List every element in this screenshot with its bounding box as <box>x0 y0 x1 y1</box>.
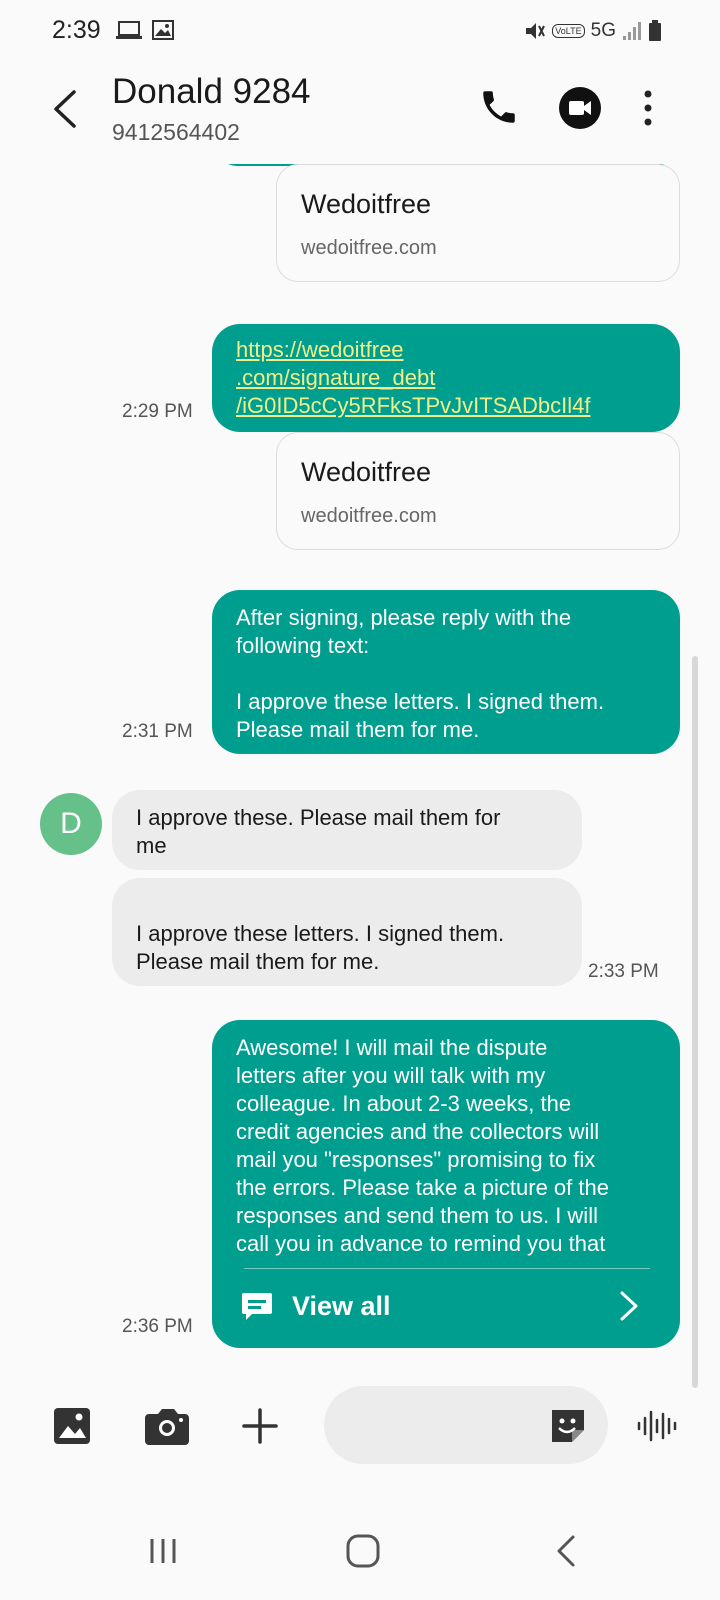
message-timestamp: 2:29 PM <box>122 401 193 422</box>
message-line: credit agencies and the collectors will <box>236 1119 600 1144</box>
message-line: letters after you will talk with my <box>236 1063 546 1088</box>
system-nav-bar <box>0 1500 720 1600</box>
contact-name[interactable]: Donald 9284 <box>112 72 311 112</box>
outgoing-message[interactable]: Awesome! I will mail the dispute letters… <box>212 1020 680 1348</box>
view-all-label: View all <box>292 1291 391 1321</box>
message-timestamp: 2:33 PM <box>588 961 659 982</box>
recents-icon <box>150 1539 176 1563</box>
conversation-header: Donald 9284 9412564402 <box>0 64 720 164</box>
message-line: the errors. Please take a picture of the <box>236 1175 609 1200</box>
link-preview-domain: wedoitfree.com <box>301 237 437 259</box>
message-line: After signing, please reply with the <box>236 605 572 630</box>
signal-icon <box>623 22 641 40</box>
add-attachment-button[interactable] <box>240 1406 280 1446</box>
link-preview-title: Wedoitfree <box>301 457 432 487</box>
link-preview-card[interactable]: Wedoitfree wedoitfree.com <box>276 432 680 550</box>
message-timestamp: 2:31 PM <box>122 721 193 742</box>
link-preview-card[interactable]: Wedoitfree wedoitfree.com <box>276 164 680 282</box>
view-all-button[interactable]: View all <box>240 1282 650 1332</box>
message-line: I approve these. Please mail them for <box>136 805 501 830</box>
chevron-right-icon <box>620 1291 638 1321</box>
mute-icon <box>526 23 546 39</box>
back-icon <box>557 1535 575 1567</box>
view-all-divider <box>244 1268 650 1269</box>
message-line: responses and send them to us. I will <box>236 1203 598 1228</box>
message-line: Please mail them for me. <box>236 717 480 742</box>
message-line: me <box>136 833 167 858</box>
message-icon <box>242 1293 272 1320</box>
message-line: following text: <box>236 633 370 658</box>
gallery-button[interactable] <box>52 1406 92 1446</box>
nav-back-button[interactable] <box>556 1534 576 1568</box>
message-composer <box>0 1380 720 1480</box>
more-vert-icon <box>644 90 652 126</box>
contact-avatar[interactable]: D <box>40 793 102 855</box>
image-icon <box>152 20 174 40</box>
outgoing-message[interactable]: https://wedoitfree .com/signature_debt /… <box>212 324 680 432</box>
message-line: call you in advance to remind you that <box>236 1231 606 1256</box>
home-button[interactable] <box>344 1532 382 1570</box>
message-line: mail you "responses" promising to fix <box>236 1147 596 1172</box>
voice-input-button[interactable] <box>636 1408 678 1444</box>
status-time: 2:39 <box>52 16 101 44</box>
status-bar: 2:39 VoLTE 5G <box>0 0 720 64</box>
camera-icon <box>145 1409 189 1445</box>
recents-button[interactable] <box>148 1536 178 1566</box>
voice-wave-icon <box>637 1410 677 1442</box>
message-line: Please mail them for me. <box>136 949 380 974</box>
video-call-icon <box>559 87 601 129</box>
sticker-button[interactable] <box>548 1406 588 1446</box>
message-line: I approve these letters. I signed them. <box>136 921 505 946</box>
home-icon <box>346 1534 380 1568</box>
outgoing-message[interactable]: After signing, please reply with the fol… <box>212 590 680 754</box>
laptop-icon <box>116 21 142 39</box>
call-button[interactable] <box>478 86 520 128</box>
video-call-button[interactable] <box>558 86 602 130</box>
volte-icon: VoLTE <box>552 24 585 38</box>
network-type: 5G <box>590 20 616 41</box>
back-button[interactable] <box>44 84 84 134</box>
message-link[interactable]: https://wedoitfree <box>236 336 656 364</box>
message-line: Awesome! I will mail the dispute <box>236 1035 548 1060</box>
message-list[interactable]: Wedoitfree wedoitfree.com https://wedoit… <box>0 164 720 1374</box>
message-line: colleague. In about 2-3 weeks, the <box>236 1091 572 1116</box>
contact-number: 9412564402 <box>112 119 240 145</box>
battery-icon <box>649 20 661 41</box>
more-options-button[interactable] <box>640 88 656 128</box>
message-line <box>236 660 656 688</box>
message-line: I approve these letters. I signed them. <box>236 689 605 714</box>
scrollbar[interactable] <box>692 656 698 1388</box>
back-icon <box>54 90 76 128</box>
incoming-message[interactable]: I approve these letters. I signed them. … <box>112 878 582 986</box>
camera-button[interactable] <box>144 1406 190 1446</box>
incoming-message[interactable]: I approve these. Please mail them for me <box>112 790 582 870</box>
message-timestamp: 2:36 PM <box>122 1316 193 1337</box>
gallery-icon <box>54 1408 90 1444</box>
link-preview-domain: wedoitfree.com <box>301 505 437 527</box>
sticker-icon <box>552 1410 584 1442</box>
message-line <box>136 892 558 920</box>
phone-icon <box>483 91 515 123</box>
link-preview-title: Wedoitfree <box>301 189 432 219</box>
plus-icon <box>242 1408 278 1444</box>
